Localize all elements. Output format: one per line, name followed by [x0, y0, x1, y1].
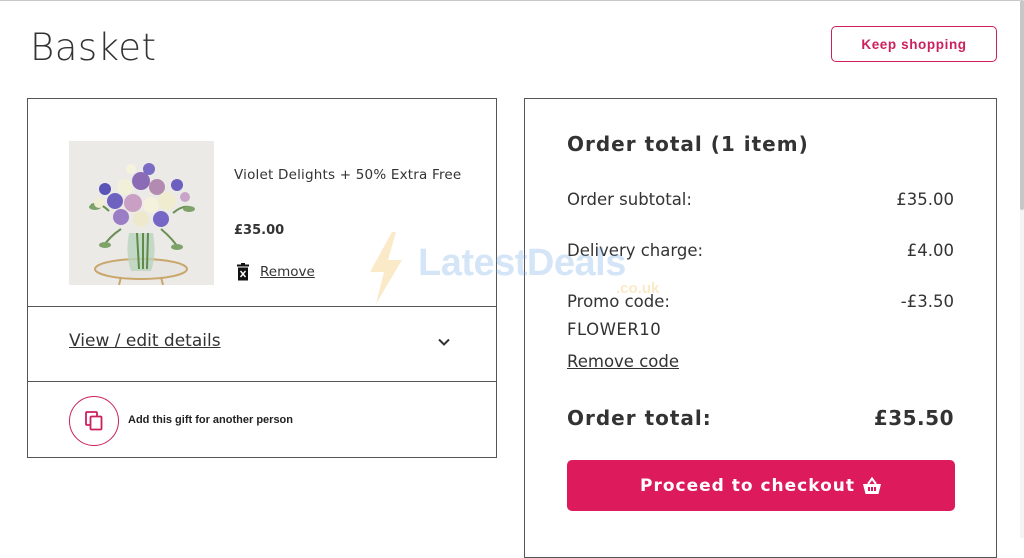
promo-value: -£3.50 — [900, 292, 954, 311]
order-total-heading: Order total (1 item) — [567, 132, 809, 156]
subtotal-value: £35.00 — [896, 190, 954, 209]
view-edit-details-label: View / edit details — [69, 331, 221, 351]
scrollbar-track[interactable] — [1020, 0, 1024, 538]
remove-item-label: Remove — [260, 264, 315, 280]
copy-icon — [85, 411, 103, 431]
item-price: £35.00 — [234, 223, 285, 238]
add-gift-button[interactable] — [69, 396, 119, 446]
chevron-down-icon — [438, 338, 450, 346]
basket-item: Violet Delights + 50% Extra Free £35.00 … — [28, 99, 496, 307]
basket-panel: Violet Delights + 50% Extra Free £35.00 … — [27, 98, 497, 458]
order-total-label: Order total: — [567, 406, 712, 430]
scrollbar-thumb[interactable] — [1020, 0, 1024, 210]
delivery-value: £4.00 — [906, 241, 954, 260]
promo-code: FLOWER10 — [567, 320, 662, 339]
flower-bouquet-image — [69, 141, 214, 285]
item-name[interactable]: Violet Delights + 50% Extra Free — [234, 167, 461, 183]
order-total-value: £35.50 — [873, 406, 954, 430]
delivery-label: Delivery charge: — [567, 241, 704, 260]
subtotal-label: Order subtotal: — [567, 190, 692, 209]
proceed-to-checkout-button[interactable]: Proceed to checkout — [567, 460, 955, 511]
shopping-basket-icon — [863, 476, 881, 494]
promo-label: Promo code: — [567, 292, 670, 311]
add-gift-label[interactable]: Add this gift for another person — [128, 414, 293, 426]
view-edit-details-toggle[interactable]: View / edit details — [28, 306, 496, 382]
keep-shopping-button[interactable]: Keep shopping — [831, 26, 997, 62]
order-summary-panel: Order total (1 item) Order subtotal: £35… — [524, 98, 997, 558]
add-gift-row: Add this gift for another person — [28, 382, 496, 457]
page-title: Basket — [30, 26, 157, 69]
trash-icon — [237, 263, 249, 281]
checkout-label: Proceed to checkout — [639, 475, 855, 496]
remove-code-link[interactable]: Remove code — [567, 352, 679, 371]
remove-item-button[interactable]: Remove — [236, 263, 315, 281]
top-border — [0, 0, 1024, 1]
